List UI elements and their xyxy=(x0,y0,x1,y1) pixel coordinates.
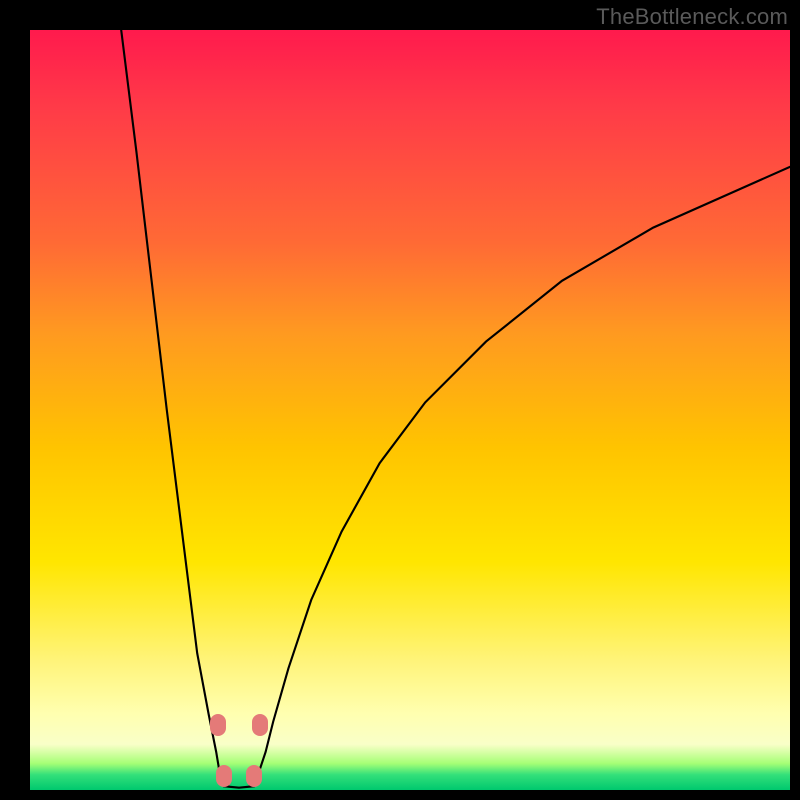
bottleneck-curve xyxy=(30,30,790,790)
chart-frame: TheBottleneck.com xyxy=(0,0,800,800)
valley-marker xyxy=(246,765,262,787)
valley-marker xyxy=(210,714,226,736)
valley-marker xyxy=(252,714,268,736)
plot-area xyxy=(30,30,790,790)
watermark-text: TheBottleneck.com xyxy=(596,4,788,30)
bottleneck-curve-path xyxy=(121,30,790,788)
valley-marker xyxy=(216,765,232,787)
